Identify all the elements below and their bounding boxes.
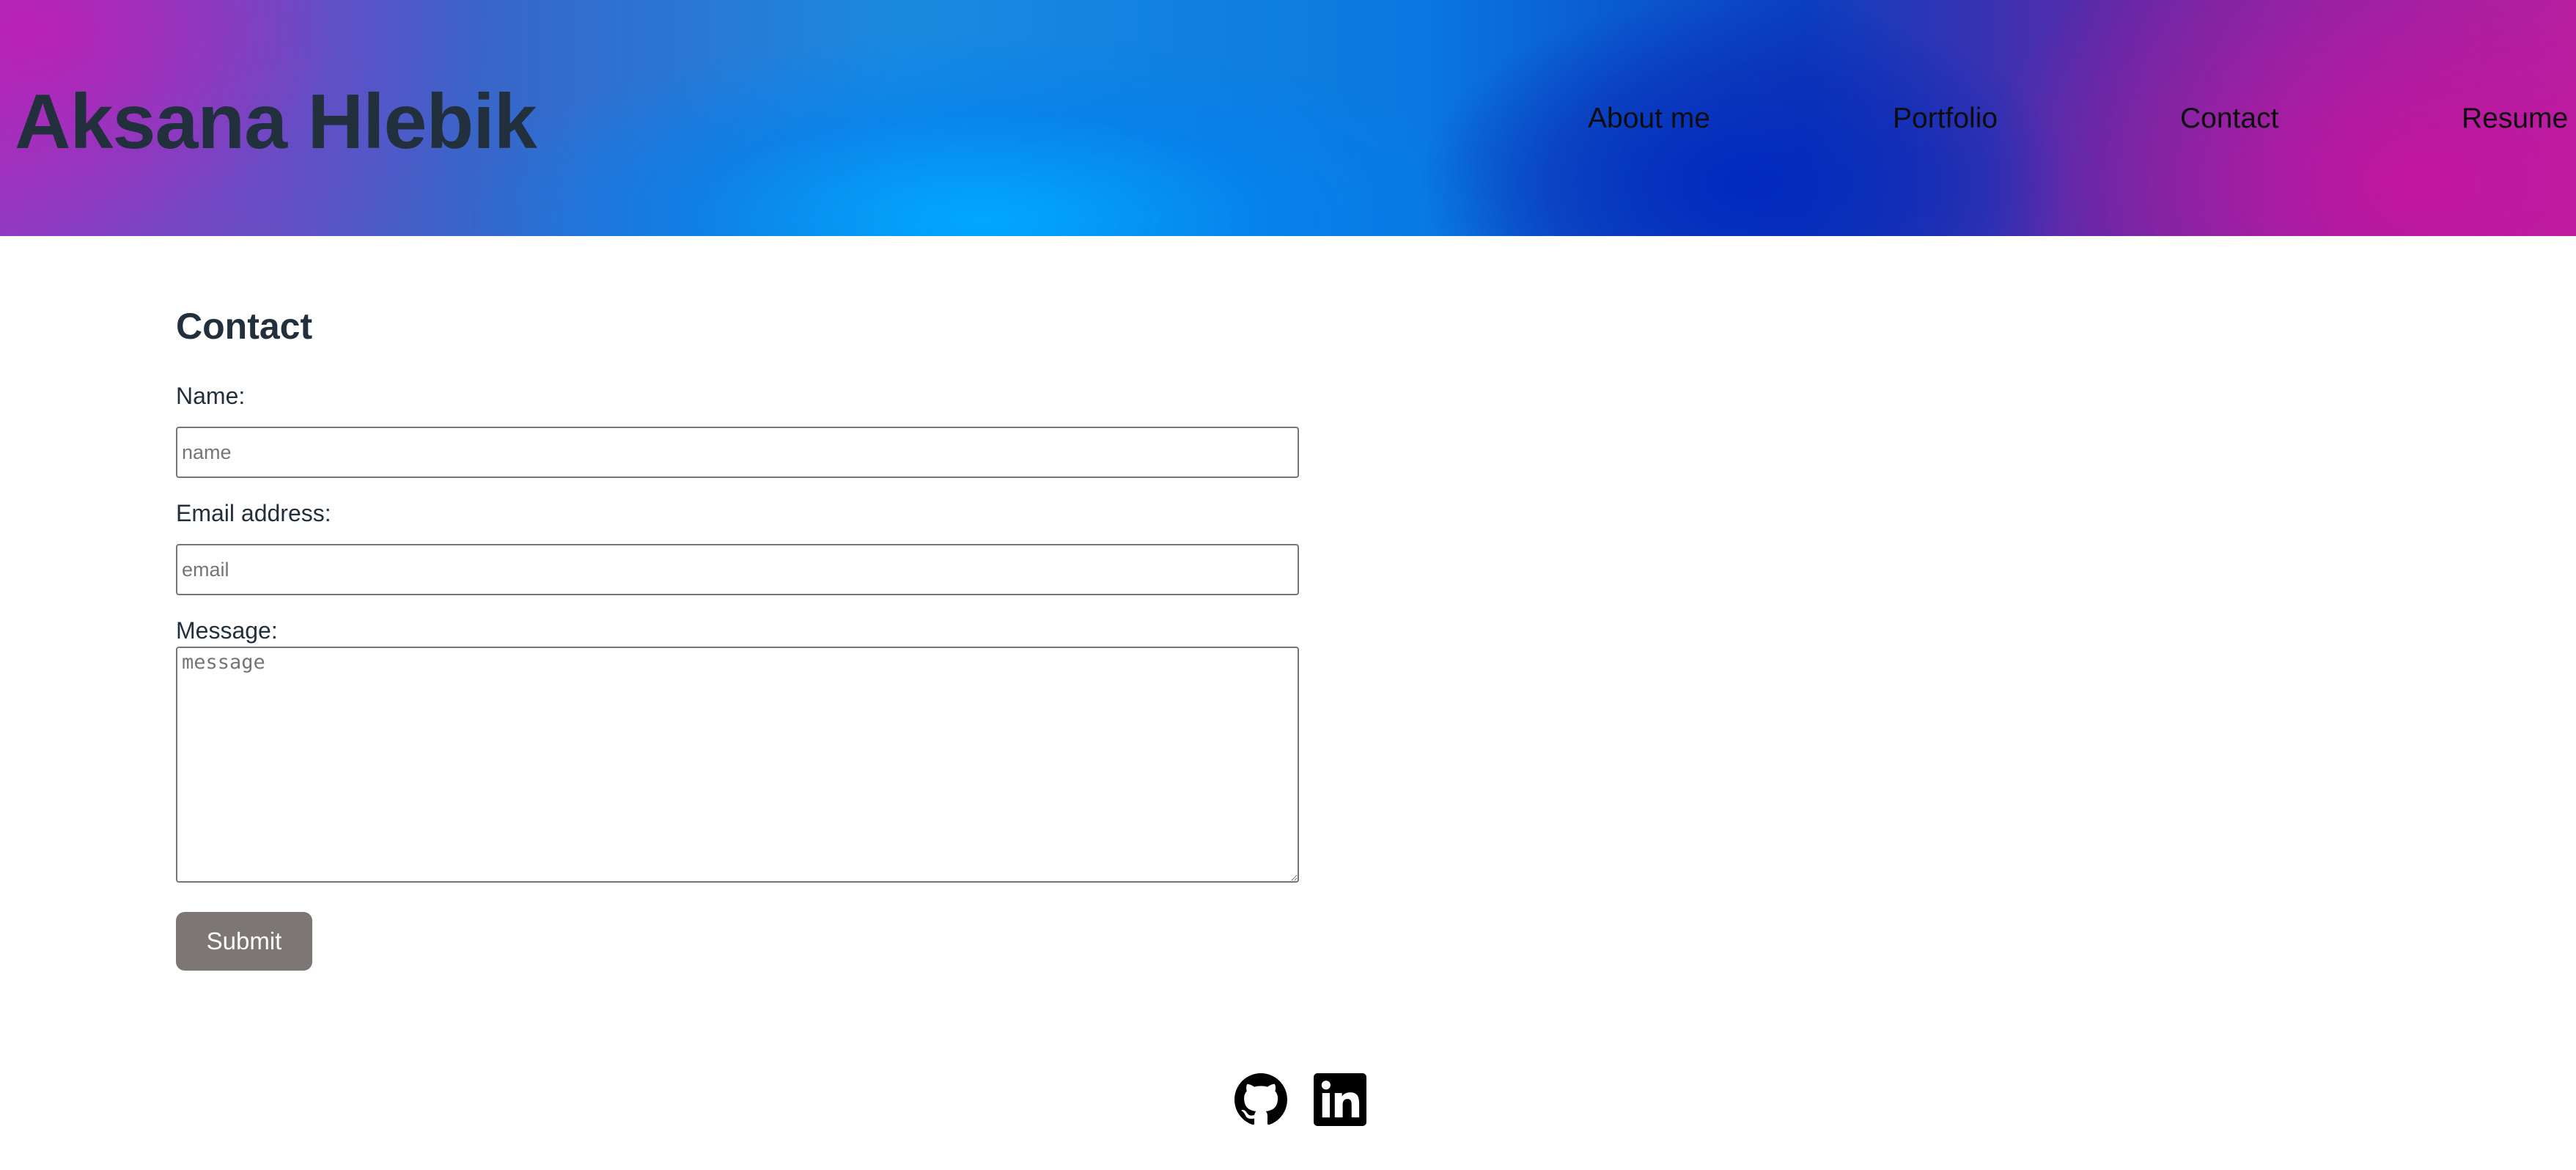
linkedin-link[interactable] [1314, 1073, 1366, 1126]
name-label: Name: [176, 383, 246, 409]
message-textarea[interactable] [176, 647, 1299, 883]
nav-resume-link[interactable]: Resume [2462, 97, 2568, 141]
name-input[interactable] [176, 427, 1299, 478]
email-input[interactable] [176, 544, 1299, 595]
site-header: Aksana Hlebik About me Portfolio Contact… [0, 0, 2576, 236]
nav-contact-link[interactable]: Contact [2180, 97, 2278, 141]
footer [0, 1063, 2576, 1129]
linkedin-icon [1314, 1073, 1366, 1126]
main-nav: About me Portfolio Contact Resume [0, 97, 2576, 141]
nav-portfolio-link[interactable]: Portfolio [1893, 97, 1998, 141]
github-icon [1234, 1073, 1287, 1125]
contact-title: Contact [176, 306, 313, 347]
submit-button[interactable]: Submit [176, 912, 312, 971]
github-link[interactable] [1234, 1073, 1287, 1126]
email-label: Email address: [176, 500, 331, 526]
nav-about-me-link[interactable]: About me [1588, 97, 1710, 141]
message-label: Message: [176, 617, 278, 644]
